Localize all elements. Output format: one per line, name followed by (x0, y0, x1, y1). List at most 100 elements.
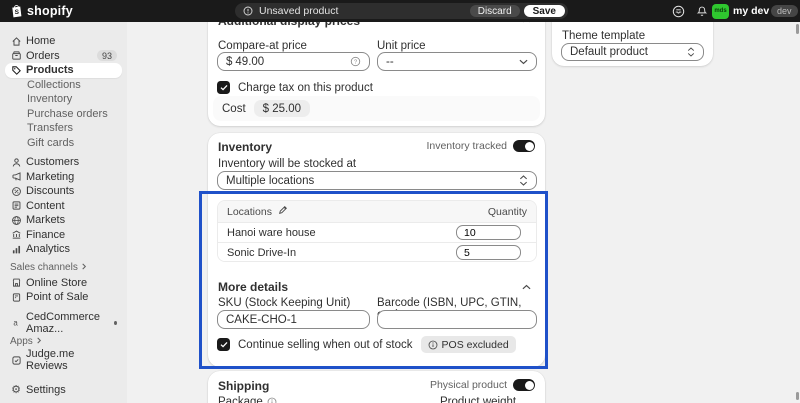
chevron-updown-icon (687, 47, 695, 57)
shopify-wordmark: shopify (27, 4, 73, 18)
barcode-input[interactable] (386, 313, 528, 326)
svg-text:S: S (15, 9, 20, 16)
charge-tax-label: Charge tax on this product (238, 81, 373, 94)
home-icon (10, 36, 22, 47)
sidebar-item-markets[interactable]: Markets (5, 213, 122, 228)
package-label-row: Package (218, 396, 277, 403)
info-circle-icon (428, 340, 438, 350)
sidebar-item-content[interactable]: Content (5, 199, 122, 214)
sku-label: SKU (Stock Keeping Unit) (218, 297, 351, 309)
sidebar-item-online-store[interactable]: Online Store (5, 276, 122, 291)
inventory-tracked-toggle[interactable] (513, 140, 535, 152)
sidebar-item-transfers[interactable]: Transfers (5, 121, 122, 136)
sidebar-item-customers[interactable]: Customers (5, 155, 122, 170)
sidebar-item-marketing[interactable]: Marketing (5, 170, 122, 185)
unsaved-changes-bar: Unsaved product Discard Save (235, 3, 568, 19)
bell-icon[interactable] (695, 4, 709, 18)
info-circle-icon[interactable] (267, 397, 277, 403)
charge-tax-checkbox[interactable] (217, 81, 230, 94)
apps-header[interactable]: Apps (0, 335, 127, 347)
scrollbar-bottom[interactable] (796, 392, 799, 400)
sidebar-item-finance[interactable]: Finance (5, 228, 122, 243)
sidebar-item-inventory[interactable]: Inventory (5, 92, 122, 107)
charge-tax-row: Charge tax on this product (217, 81, 373, 94)
cedcommerce-icon: a (10, 317, 22, 328)
chevron-updown-icon (519, 175, 528, 186)
quantity-field[interactable] (456, 245, 521, 260)
compare-at-price-label: Compare-at price (218, 40, 307, 52)
sidebar-item-products[interactable]: Products (5, 63, 122, 78)
sidebar-item-gift-cards[interactable]: Gift cards (5, 136, 122, 151)
locations-table: Locations Quantity Hanoi ware house Soni… (217, 200, 537, 262)
sidebar-item-point-of-sale[interactable]: Point of Sale (5, 290, 122, 305)
env-badge: dev (771, 4, 798, 17)
theme-template-select[interactable]: Default product (561, 43, 704, 61)
alert-circle-icon (243, 6, 253, 16)
continue-selling-row: Continue selling when out of stock POS e… (217, 336, 516, 353)
notification-dot (114, 320, 117, 325)
collapse-more-details-chevron-icon[interactable] (519, 280, 533, 294)
quantity-input[interactable] (464, 246, 513, 259)
locations-column-header: Locations (227, 205, 272, 218)
sku-field[interactable] (217, 310, 370, 329)
pos-excluded-badge[interactable]: POS excluded (420, 336, 516, 353)
sidebar-item-judgeme[interactable]: Judge.me Reviews (5, 348, 122, 372)
quantity-field[interactable] (456, 225, 521, 240)
inbox-icon[interactable] (671, 4, 685, 18)
inventory-title: Inventory (218, 140, 273, 154)
physical-product-toggle[interactable] (513, 379, 535, 391)
sidebar: Home Orders 93 Products Collections Inve… (0, 22, 127, 403)
marketing-icon (10, 171, 22, 182)
location-name: Hanoi ware house (227, 226, 316, 239)
physical-product-control: Physical product (430, 379, 535, 391)
sidebar-item-purchase-orders[interactable]: Purchase orders (5, 107, 122, 122)
location-row: Sonic Drive-In (218, 242, 536, 261)
gear-icon: ⚙ (11, 384, 21, 397)
more-details-title: More details (218, 280, 289, 294)
avatar[interactable]: mds (712, 3, 729, 19)
orders-icon (10, 50, 22, 61)
shopify-logo[interactable]: S shopify (10, 0, 73, 22)
finance-icon (10, 229, 22, 240)
sidebar-item-analytics[interactable]: Analytics (5, 242, 122, 257)
chevron-right-icon (36, 336, 42, 347)
svg-text:?: ? (354, 60, 358, 66)
chevron-right-icon (81, 262, 87, 273)
sidebar-item-cedcommerce[interactable]: a CedCommerce Amaz... (5, 311, 122, 335)
continue-selling-checkbox[interactable] (217, 338, 230, 351)
location-row: Hanoi ware house (218, 222, 536, 242)
question-circle-icon[interactable]: ? (350, 56, 361, 67)
judgeme-icon (10, 355, 22, 366)
sales-channels-header[interactable]: Sales channels (0, 262, 127, 274)
point-of-sale-icon (10, 292, 22, 303)
stocked-locations-select[interactable]: Multiple locations (217, 171, 537, 190)
inventory-tracked-label: Inventory tracked (426, 140, 507, 152)
compare-at-price-input[interactable] (235, 55, 347, 68)
save-button[interactable]: Save (523, 4, 565, 18)
orders-count-badge: 93 (96, 50, 117, 62)
compare-at-price-field[interactable]: $ ? (217, 52, 370, 71)
physical-product-label: Physical product (429, 379, 507, 391)
sidebar-item-home[interactable]: Home (5, 34, 122, 49)
discard-button[interactable]: Discard (469, 4, 520, 18)
analytics-icon (10, 244, 22, 255)
cost-value: $ 25.00 (253, 100, 311, 117)
locations-table-header: Locations Quantity (218, 201, 536, 222)
main-content: Additional display prices Compare-at pri… (127, 0, 800, 403)
scrollbar-thumb[interactable] (796, 24, 799, 34)
unit-price-select[interactable]: -- (377, 52, 537, 71)
edit-pencil-icon[interactable] (278, 205, 288, 218)
stocked-at-label: Inventory will be stocked at (218, 158, 357, 170)
sidebar-item-settings[interactable]: ⚙ Settings (5, 383, 122, 398)
sidebar-item-orders[interactable]: Orders 93 (5, 49, 122, 64)
sku-input[interactable] (226, 313, 361, 326)
topbar: S shopify Unsaved product Discard Save m… (0, 0, 800, 22)
shipping-title: Shipping (218, 379, 270, 393)
content-icon (10, 200, 22, 211)
quantity-input[interactable] (464, 226, 513, 239)
barcode-field[interactable] (377, 310, 537, 329)
sidebar-item-discounts[interactable]: Discounts (5, 184, 122, 199)
sidebar-item-collections[interactable]: Collections (5, 78, 122, 93)
online-store-icon (10, 277, 22, 288)
shopify-admin: S shopify Unsaved product Discard Save m… (0, 0, 800, 403)
